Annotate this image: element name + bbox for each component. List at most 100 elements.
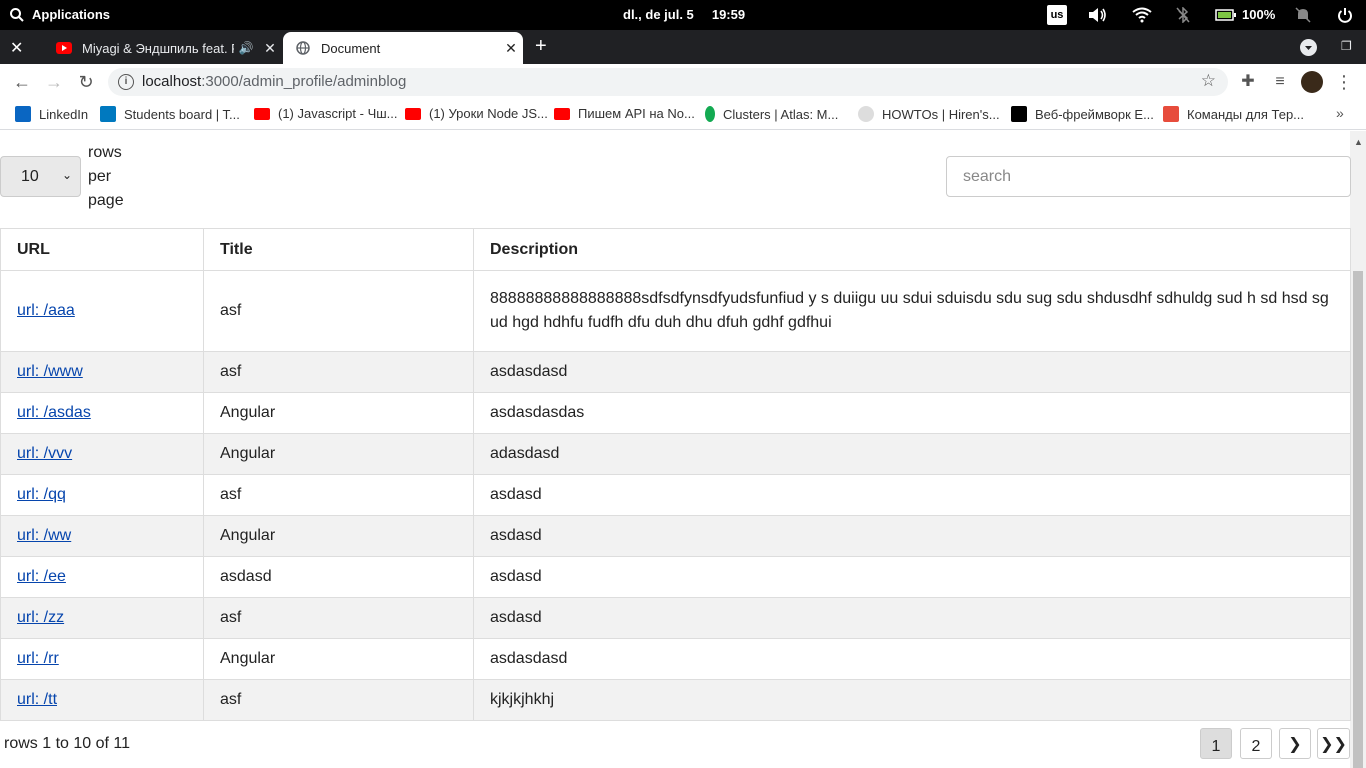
tab-search-icon[interactable] (1300, 39, 1317, 56)
table-row: url: /tt asf kjkjkjhkhj (0, 679, 1351, 721)
column-header-description[interactable]: Description (473, 228, 1351, 271)
express-icon (1011, 106, 1027, 122)
blog-table: URL Title Description url: /aaa asf 8888… (0, 228, 1351, 721)
bookmark-star-icon[interactable]: ☆ (1201, 71, 1216, 91)
title-cell: asdasd (203, 556, 474, 598)
table-row: url: /ww Angular asdasd (0, 515, 1351, 557)
bookmark-label: (1) Javascript - Чш... (278, 106, 398, 121)
url-link[interactable]: url: /zz (17, 609, 64, 626)
table-row: url: /rr Angular asdasdasd (0, 638, 1351, 680)
title-cell: Angular (203, 433, 474, 475)
media-queue-icon[interactable]: ≡ (1270, 72, 1290, 92)
close-window-icon[interactable]: ✕ (10, 38, 23, 58)
power-icon[interactable] (1337, 7, 1353, 26)
table-header-row: URL Title Description (0, 228, 1351, 271)
trello-icon (100, 106, 116, 122)
url-link[interactable]: url: /aaa (17, 302, 75, 319)
bookmark-item[interactable]: Пишем API на No... (554, 106, 695, 121)
notifications-off-icon[interactable] (1295, 7, 1311, 26)
description-cell: asdasd (473, 515, 1351, 557)
avatar[interactable] (1301, 71, 1323, 93)
rows-info: rows 1 to 10 of 11 (4, 735, 130, 752)
hirens-icon (858, 106, 874, 122)
url-link[interactable]: url: /vvv (17, 445, 72, 462)
clock[interactable]: dl., de jul. 5 19:59 (623, 7, 745, 22)
bookmark-label: Students board | T... (124, 106, 240, 122)
bookmark-item[interactable]: Students board | T... (100, 106, 240, 122)
bookmark-item[interactable]: Веб-фреймворк Е... (1011, 106, 1154, 122)
tab-document[interactable]: Document ✕ (283, 32, 523, 64)
url-link[interactable]: url: /qq (17, 486, 66, 503)
tab-youtube[interactable]: Miyagi & Эндшпиль feat. F 🔊 ✕ (44, 32, 282, 64)
url-link[interactable]: url: /asdas (17, 404, 91, 421)
url-cell: url: /www (0, 351, 204, 393)
speaker-icon[interactable]: 🔊 (234, 41, 258, 55)
description-cell: asdasdasd (473, 638, 1351, 680)
url-link[interactable]: url: /www (17, 363, 83, 380)
more-bookmarks-icon[interactable]: » (1336, 105, 1344, 121)
bookmark-label: HOWTOs | Hiren's... (882, 106, 1000, 122)
table-row: url: /asdas Angular asdasdasdas (0, 392, 1351, 434)
bluetooth-off-icon[interactable] (1176, 6, 1190, 26)
applications-menu[interactable]: Applications (10, 7, 110, 22)
globe-icon (295, 40, 311, 56)
url-link[interactable]: url: /rr (17, 650, 59, 667)
description-cell: adasdasd (473, 433, 1351, 475)
site-info-icon[interactable]: i (118, 74, 134, 90)
description-cell: asdasd (473, 474, 1351, 516)
reload-icon[interactable]: ↻ (76, 72, 96, 92)
bookmark-item[interactable]: Clusters | Atlas: M... (705, 106, 838, 122)
url-path: :3000/admin_profile/adminblog (201, 73, 407, 90)
bookmark-item[interactable]: (1) Javascript - Чш... (254, 106, 398, 121)
table-row: url: /ee asdasd asdasd (0, 556, 1351, 598)
search-input[interactable] (946, 156, 1351, 197)
table-row: url: /zz asf asdasd (0, 597, 1351, 639)
page-scrollbar[interactable]: ▲ (1350, 131, 1366, 768)
url-link[interactable]: url: /tt (17, 691, 57, 708)
youtube-icon (56, 40, 72, 56)
volume-icon[interactable] (1088, 7, 1108, 26)
page-button-2[interactable]: 2 (1240, 728, 1272, 759)
forward-arrow-icon[interactable]: → (44, 72, 64, 92)
extensions-icon[interactable]: ✚ (1238, 72, 1258, 92)
keyboard-layout-indicator[interactable]: us (1047, 5, 1067, 25)
last-page-button[interactable]: ❯❯ (1317, 728, 1350, 759)
bookmark-item[interactable]: Команды для Тер... (1163, 106, 1304, 122)
bookmark-item[interactable]: LinkedIn (15, 106, 88, 122)
chevron-down-icon: ⌄ (61, 168, 72, 182)
next-page-button[interactable]: ❯ (1279, 728, 1311, 759)
description-cell: asdasdasd (473, 351, 1351, 393)
url-cell: url: /zz (0, 597, 204, 639)
wifi-icon[interactable] (1132, 7, 1152, 26)
rows-per-page-select[interactable]: 10 ⌄ (0, 156, 81, 197)
column-header-url[interactable]: URL (0, 228, 204, 271)
menu-dots-icon[interactable]: ⋮ (1334, 72, 1354, 92)
battery-icon[interactable] (1215, 9, 1237, 24)
table-row: url: /vvv Angular adasdasd (0, 433, 1351, 475)
browser-tab-strip: ✕ Miyagi & Эндшпиль feat. F 🔊 ✕ Document… (0, 30, 1366, 64)
address-bar[interactable]: i localhost:3000/admin_profile/adminblog… (108, 68, 1228, 96)
new-tab-icon[interactable]: + (535, 35, 547, 58)
url-link[interactable]: url: /ee (17, 568, 66, 585)
description-cell: asdasdasdas (473, 392, 1351, 434)
title-cell: asf (203, 270, 474, 352)
bookmark-item[interactable]: (1) Уроки Node JS... (405, 106, 548, 121)
bookmark-label: Clusters | Atlas: M... (723, 106, 839, 122)
tab-title: Document (321, 40, 381, 56)
url-link[interactable]: url: /ww (17, 527, 71, 544)
url-cell: url: /aaa (0, 270, 204, 352)
bookmark-item[interactable]: HOWTOs | Hiren's... (858, 106, 1000, 122)
scrollbar-thumb[interactable] (1353, 271, 1363, 768)
page-button-1[interactable]: 1 (1200, 728, 1232, 759)
tab-title: Miyagi & Эндшпиль feat. F (82, 40, 234, 56)
scroll-up-icon[interactable]: ▲ (1354, 137, 1363, 147)
title-cell: Angular (203, 515, 474, 557)
back-arrow-icon[interactable]: ← (12, 72, 32, 92)
close-tab-icon[interactable]: ✕ (499, 40, 523, 57)
rows-per-page-label: rows per page (88, 144, 124, 209)
url-host: localhost (142, 73, 202, 90)
restore-window-icon[interactable]: ❐ (1341, 39, 1352, 53)
column-header-title[interactable]: Title (203, 228, 474, 271)
close-tab-icon[interactable]: ✕ (258, 40, 282, 57)
title-cell: asf (203, 597, 474, 639)
